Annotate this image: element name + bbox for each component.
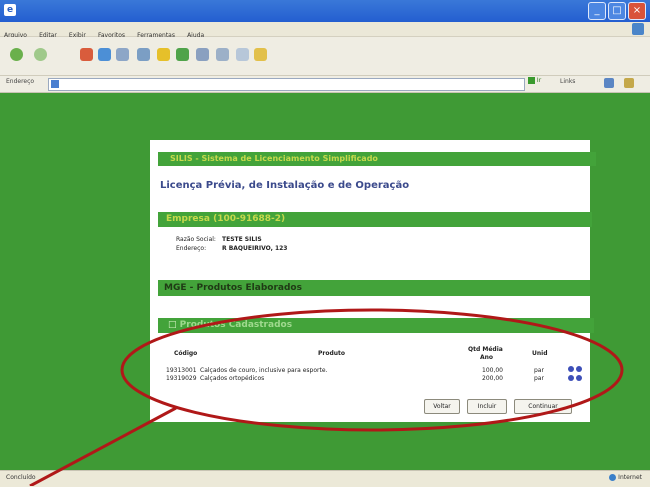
go-arrow-icon [528,77,535,84]
links-label[interactable]: Links [560,78,575,85]
history-icon[interactable] [176,48,189,61]
mail-icon[interactable] [196,48,209,61]
status-text: Concluído [6,474,36,481]
print-icon[interactable] [216,48,229,61]
row1-codigo: 19313001 [166,367,197,374]
zone-label: Internet [609,474,642,481]
endereco-value: R BAQUEIRIVO, 123 [222,245,288,252]
col-qtd-header-line2: Ano [480,354,494,361]
maximize-button[interactable]: □ [608,2,626,20]
empresa-header: Empresa (100-91688-2) [158,212,592,227]
minimize-button[interactable]: _ [588,2,606,20]
favorites-star-icon[interactable] [157,48,170,61]
refresh-icon[interactable] [98,48,111,61]
razao-label: Razão Social: [176,236,216,243]
row2-qtd: 200,00 [482,375,503,382]
title-bar: e _ □ × [0,0,650,22]
page-icon [51,80,59,88]
col-unid-header: Unid [532,350,548,357]
col-codigo-header: Código [174,350,198,357]
row1-qtd: 100,00 [482,367,503,374]
tools-icon[interactable] [624,78,634,88]
voltar-button[interactable]: Voltar [424,399,460,414]
row1-produto: Calçados de couro, inclusive para esport… [200,367,328,374]
banner-title: SILIS - Sistema de Licenciamento Simplif… [158,152,596,166]
extension-icon[interactable] [604,78,614,88]
row1-edit-icon[interactable] [568,366,574,372]
address-label: Endereço [6,78,35,85]
endereco-label: Endereço: [176,245,207,252]
menu-bar: Arquivo Editar Exibir Favoritos Ferramen… [0,22,650,39]
stop-icon[interactable] [80,48,93,61]
back-icon[interactable] [10,48,23,61]
produtos-cadastrados-header: □ Produtos Cadastrados [158,318,594,333]
row2-codigo: 19319029 [166,375,197,382]
collapse-icon[interactable]: □ [168,320,177,330]
folder-icon[interactable] [254,48,267,61]
edit-icon[interactable] [236,48,249,61]
forward-icon[interactable] [34,48,47,61]
row2-delete-icon[interactable] [576,375,582,381]
close-button[interactable]: × [628,2,646,20]
zone-text: Internet [618,474,642,481]
go-button[interactable]: Ir [528,77,550,90]
razao-value: TESTE SILIS [222,236,262,243]
col-produto-header: Produto [318,350,346,357]
address-input[interactable] [48,78,525,91]
col-qtd-header: Qtd Média [468,346,503,353]
windows-logo-icon [632,23,644,35]
go-label: Ir [536,77,542,84]
toolbar [0,37,650,76]
row2-edit-icon[interactable] [568,375,574,381]
globe-icon [609,474,617,481]
window-app-icon: e [4,4,16,16]
produtos-elaborados-header: MGE - Produtos Elaborados [158,280,590,296]
page-title: Licença Prévia, de Instalação e de Opera… [160,180,410,191]
row1-delete-icon[interactable] [576,366,582,372]
search-icon[interactable] [137,48,150,61]
row2-produto: Calçados ortopédicos [200,375,265,382]
incluir-button[interactable]: Incluir [467,399,507,414]
continuar-button[interactable]: Continuar [514,399,572,414]
produtos-cadastrados-label: Produtos Cadastrados [179,320,293,330]
row2-unid: par [534,375,544,382]
address-bar: Endereço Ir Links [0,76,650,93]
row1-unid: par [534,367,544,374]
home-icon[interactable] [116,48,129,61]
status-bar: Concluído Internet [0,470,650,487]
